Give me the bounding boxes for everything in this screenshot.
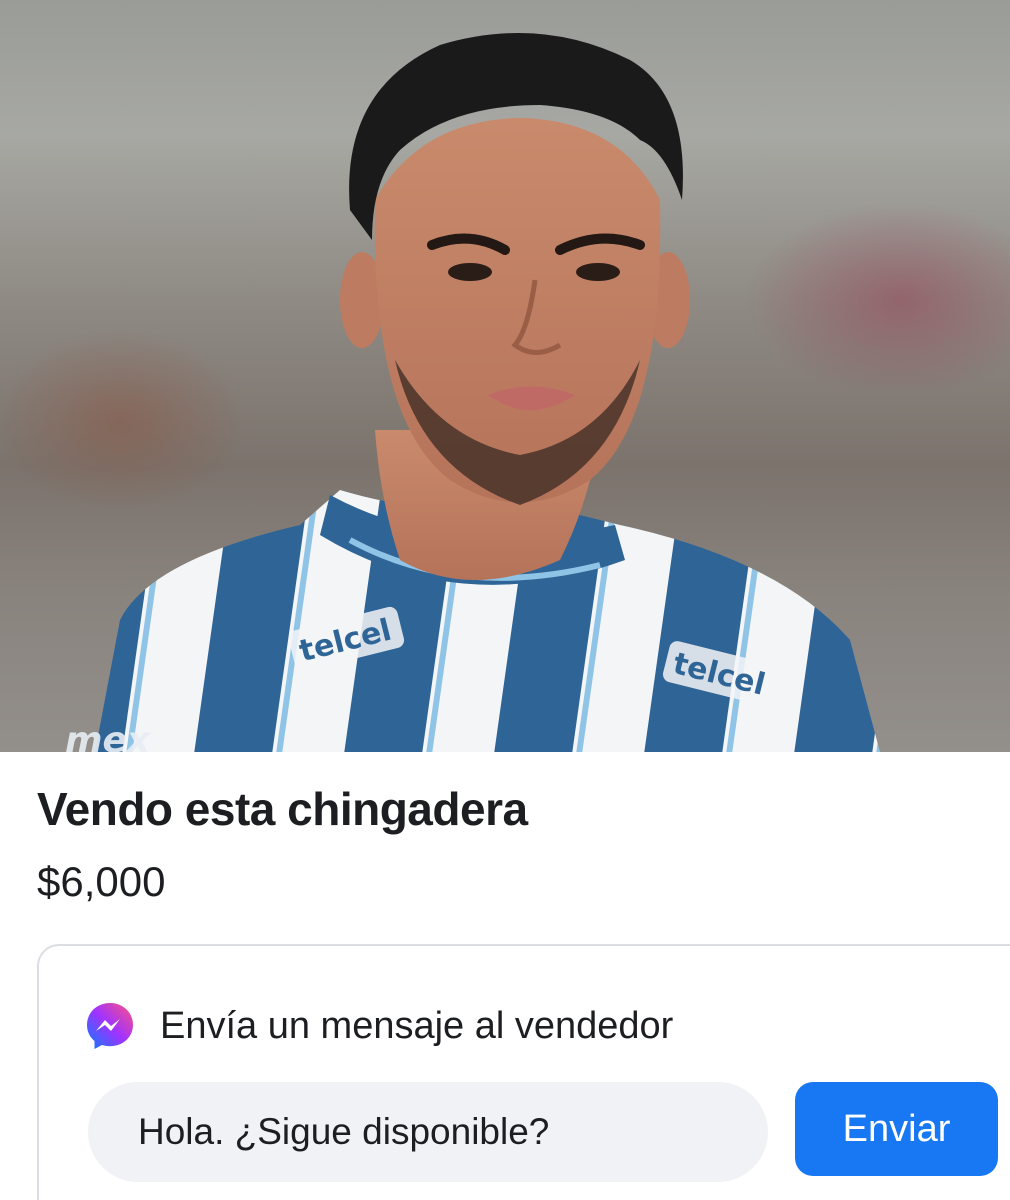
messenger-icon <box>84 1000 136 1052</box>
jersey-partial-text: mex <box>65 720 152 752</box>
message-card-header: Envía un mensaje al vendedor <box>84 1000 673 1052</box>
listing-photo[interactable]: telcel telcel mex <box>0 0 1010 752</box>
message-card-title: Envía un mensaje al vendedor <box>160 1004 674 1047</box>
listing-price: $6,000 <box>37 858 166 905</box>
listing-title: Vendo esta chingadera <box>37 783 528 835</box>
message-input[interactable] <box>88 1082 768 1182</box>
send-button[interactable]: Enviar <box>795 1082 998 1176</box>
player-photo-illustration: telcel telcel mex <box>65 33 880 752</box>
